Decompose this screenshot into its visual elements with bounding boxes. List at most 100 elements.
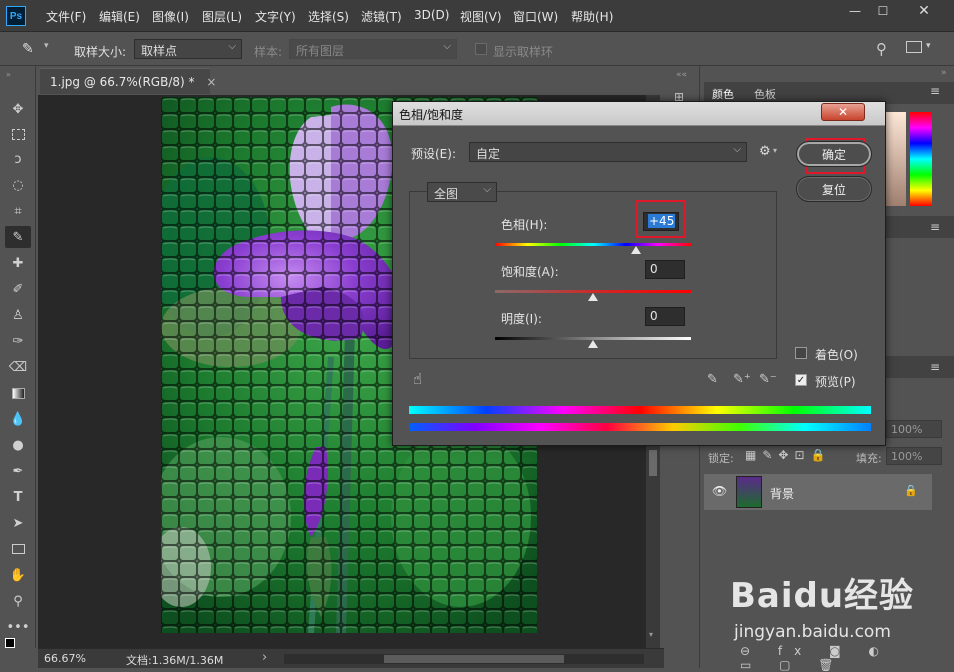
sample-select[interactable]: 所有图层 ⌵ [289, 39, 457, 59]
zoom-level[interactable]: 66.67% [44, 652, 86, 665]
ok-button[interactable]: 确定 [796, 141, 872, 167]
dialog-title: 色相/饱和度 [399, 108, 464, 122]
scroll-down-icon[interactable]: ▾ [649, 630, 653, 639]
brush-tool-icon[interactable]: ✐ [5, 278, 31, 300]
chevron-down-icon: ⌵ [733, 144, 741, 155]
preview-checkbox[interactable]: ✓ [795, 374, 807, 386]
menu-view[interactable]: 视图(V) [460, 8, 502, 25]
eyedropper-plus-icon[interactable]: ✎⁺ [733, 372, 751, 387]
more-tools-icon[interactable]: ••• [5, 616, 31, 638]
status-menu-icon[interactable]: › [262, 650, 267, 665]
settings-chevron-icon[interactable]: ▾ [773, 146, 777, 155]
workspace-chevron-icon[interactable]: ▾ [926, 41, 931, 51]
color-field[interactable] [886, 112, 906, 206]
close-window-icon[interactable]: ✕ [902, 2, 946, 20]
vertical-scroll-thumb[interactable] [649, 450, 657, 476]
panel-menu-icon[interactable]: ≡ [930, 360, 940, 374]
fill-label: 填充: [856, 452, 882, 465]
horizontal-scroll-thumb[interactable] [384, 655, 564, 663]
quick-select-tool-icon[interactable]: ◌ [5, 174, 31, 196]
eyedropper-icon[interactable]: ✎ [707, 372, 718, 387]
preset-value: 自定 [476, 147, 501, 161]
menu-3d[interactable]: 3D(D) [414, 8, 449, 22]
menu-filter[interactable]: 滤镜(T) [361, 8, 402, 25]
horizontal-scrollbar[interactable] [284, 654, 644, 664]
colorize-checkbox[interactable] [795, 347, 807, 359]
zoom-tool-icon[interactable]: ⚲ [5, 590, 31, 612]
move-tool-icon[interactable]: ✥ [5, 98, 31, 120]
eyedropper-tool-icon[interactable]: ✎ [22, 41, 40, 57]
reset-button[interactable]: 复位 [796, 176, 872, 202]
options-bar: ✎ ▾ 取样大小: 取样点 ⌵ 样本: 所有图层 ⌵ 显示取样环 ⚲ ▾ [0, 33, 954, 66]
dialog-titlebar[interactable]: 色相/饱和度 [393, 102, 885, 126]
maximize-icon[interactable]: ☐ [870, 2, 896, 20]
lasso-tool-icon[interactable]: ↄ [5, 148, 31, 170]
layer-row[interactable]: 👁 背景 🔒 [704, 474, 932, 510]
eyedropper-minus-icon[interactable]: ✎⁻ [759, 372, 777, 387]
opacity-field[interactable]: 100% [886, 420, 942, 438]
close-tab-icon[interactable]: × [206, 75, 216, 89]
chevron-down-icon: ⌵ [443, 41, 451, 52]
lock-label: 锁定: [708, 452, 734, 465]
expand-panel-icon[interactable]: » [941, 68, 947, 78]
lock-icons[interactable]: ▦✎✥⊡🔒 [745, 448, 831, 462]
lightness-label: 明度(I): [501, 312, 542, 326]
pen-tool-icon[interactable]: ✒ [5, 460, 31, 482]
menu-file[interactable]: 文件(F) [46, 8, 86, 25]
collapse-tools-icon[interactable]: » [6, 70, 11, 79]
hue-slider-thumb[interactable] [631, 246, 642, 254]
lightness-slider-thumb[interactable] [588, 340, 598, 348]
hue-input[interactable]: +45 [643, 212, 679, 231]
type-tool-icon[interactable]: T [5, 486, 31, 508]
hand-tool-icon[interactable]: ✋ [5, 564, 31, 586]
saturation-slider-thumb[interactable] [588, 293, 598, 301]
menu-edit[interactable]: 编辑(E) [99, 8, 140, 25]
show-ring-label: 显示取样环 [493, 45, 554, 59]
path-select-tool-icon[interactable]: ➤ [5, 512, 31, 534]
settings-gear-icon[interactable]: ⚙ [759, 144, 771, 159]
sample-size-select[interactable]: 取样点 ⌵ [134, 39, 242, 59]
menu-image[interactable]: 图像(I) [152, 8, 189, 25]
document-tab[interactable]: 1.jpg @ 66.7%(RGB/8) * × [40, 68, 216, 94]
clone-stamp-tool-icon[interactable]: ♙ [5, 304, 31, 326]
hue-bar[interactable] [910, 112, 932, 206]
eye-icon[interactable]: 👁 [712, 484, 727, 498]
eyedropper-tool-icon[interactable]: ✎ [5, 226, 31, 248]
lightness-input[interactable]: 0 [645, 307, 685, 326]
targeted-adjust-hand-icon[interactable]: ☝ [413, 370, 422, 388]
tool-preset-chevron-icon[interactable]: ▾ [44, 41, 49, 51]
rectangle-tool-icon[interactable] [5, 538, 31, 560]
minimize-icon[interactable]: — [842, 2, 868, 20]
menu-help[interactable]: 帮助(H) [571, 8, 613, 25]
search-icon[interactable]: ⚲ [876, 40, 887, 58]
crop-tool-icon[interactable]: ⌗ [5, 200, 31, 222]
saturation-value: 0 [650, 262, 658, 276]
menu-layer[interactable]: 图层(L) [202, 8, 242, 25]
dodge-tool-icon[interactable]: ● [5, 434, 31, 456]
marquee-tool-icon[interactable] [5, 123, 31, 145]
saturation-input[interactable]: 0 [645, 260, 685, 279]
saturation-label: 饱和度(A): [501, 265, 559, 279]
hue-slider-track[interactable] [495, 243, 691, 246]
panel-menu-icon[interactable]: ≡ [930, 84, 940, 98]
menu-type[interactable]: 文字(Y) [255, 8, 296, 25]
fill-field[interactable]: 100% [886, 447, 942, 465]
panel-menu-icon[interactable]: ≡ [930, 220, 940, 234]
preset-select[interactable]: 自定 ⌵ [469, 142, 747, 162]
healing-brush-tool-icon[interactable]: ✚ [5, 252, 31, 274]
blur-tool-icon[interactable]: 💧 [5, 408, 31, 430]
colorize-label: 着色(O) [815, 348, 858, 362]
foreground-color-swatch[interactable] [5, 638, 15, 648]
show-ring-checkbox[interactable] [475, 43, 487, 55]
lightness-value: 0 [650, 309, 658, 323]
gradient-tool-icon[interactable] [5, 382, 31, 404]
eraser-tool-icon[interactable]: ⌫ [5, 356, 31, 378]
dialog-close-icon[interactable]: ✕ [821, 103, 865, 121]
history-brush-tool-icon[interactable]: ✑ [5, 330, 31, 352]
menu-select[interactable]: 选择(S) [308, 8, 349, 25]
menu-window[interactable]: 窗口(W) [513, 8, 558, 25]
channel-select[interactable]: 全图 ⌵ [427, 182, 497, 202]
collapse-panels-icon[interactable]: «« [676, 70, 687, 80]
fill-value: 100% [891, 450, 923, 463]
workspace-icon[interactable] [906, 41, 922, 53]
